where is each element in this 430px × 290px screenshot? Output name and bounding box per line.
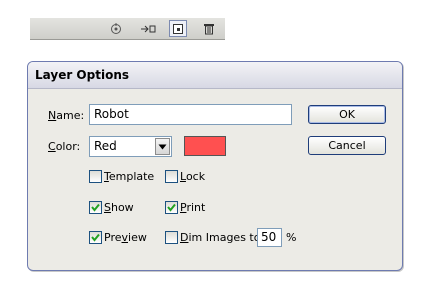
new-layer-button[interactable] [169,20,187,37]
percent-unit-label: % [286,231,297,244]
cancel-button[interactable]: Cancel [308,136,386,155]
dialog-title: Layer Options [28,62,402,89]
locate-object-button[interactable] [107,20,125,37]
preview-checkbox[interactable] [89,231,102,244]
lock-checkbox[interactable] [165,170,178,183]
delete-layer-icon [204,24,214,35]
name-field[interactable]: Robot [89,104,292,125]
delete-layer-button[interactable] [200,20,218,37]
make-clipping-mask-icon [141,25,156,32]
make-clipping-mask-button[interactable] [139,20,157,37]
color-label: Color: [48,140,81,153]
color-dropdown[interactable]: Red [89,136,172,157]
template-checkbox[interactable] [89,170,102,183]
template-label: Template [104,170,155,183]
dim-images-checkbox[interactable] [165,231,178,244]
layer-options-dialog: Layer Options Name: Robot Color: Red OK … [27,61,403,271]
layers-palette-toolbar [30,18,225,40]
color-dropdown-value: Red [94,139,117,153]
checkmark-icon [167,203,176,212]
chevron-down-icon [158,144,167,149]
show-label: Show [104,201,134,214]
ok-button[interactable]: OK [308,105,386,124]
dim-images-percent-field[interactable]: 50 [257,228,282,247]
preview-label: Preview [104,231,147,244]
lock-label: Lock [180,170,206,183]
new-layer-icon [173,23,183,34]
checkmark-icon [91,233,100,242]
show-checkbox[interactable] [89,201,102,214]
color-swatch[interactable] [184,136,226,156]
dim-images-label: Dim Images to: [180,231,265,244]
print-label: Print [180,201,206,214]
checkmark-icon [91,203,100,212]
dropdown-arrow-button[interactable] [155,138,170,155]
name-label: Name: [48,109,85,122]
locate-object-icon [111,22,121,34]
print-checkbox[interactable] [165,201,178,214]
